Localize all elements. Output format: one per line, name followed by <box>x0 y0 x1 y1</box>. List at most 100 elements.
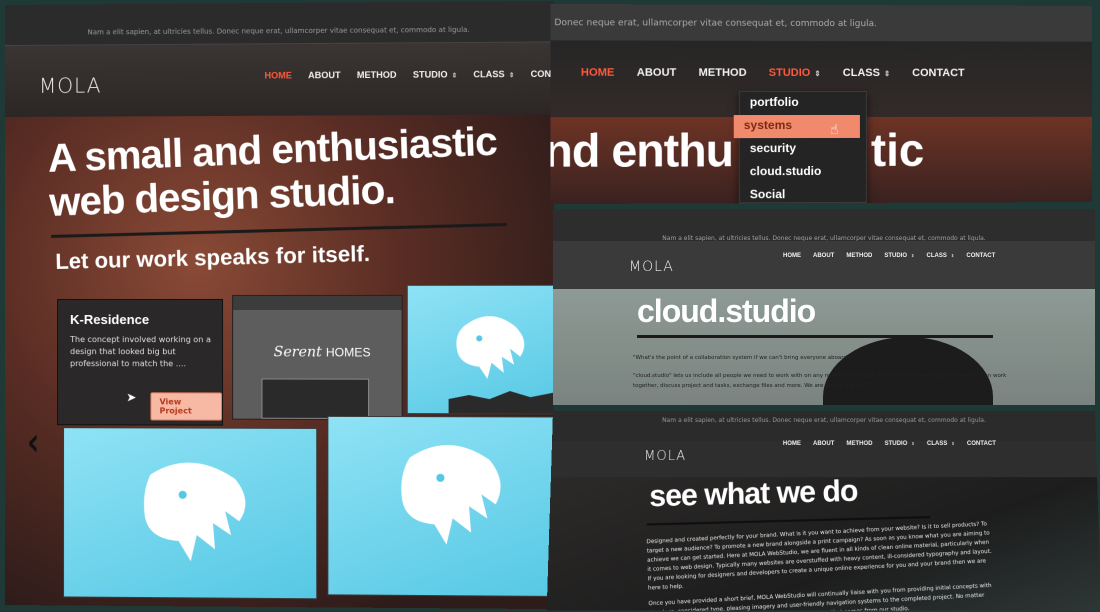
nav-studio[interactable]: STUDIO ⇕ <box>885 441 915 447</box>
nav-class[interactable]: CLASS ⇕ <box>927 441 955 447</box>
hero-divider <box>51 222 507 238</box>
project-description: The concept involved working on a design… <box>70 335 211 369</box>
main-nav: MOLA HOME ABOUT METHOD STUDIO ⇕ CLASS ⇕ CO… <box>550 440 1098 478</box>
nav-class-label: CLASS <box>926 440 948 447</box>
pointer-cursor-icon: ➤ <box>126 390 137 405</box>
body-paragraph: Designed and created perfectly for your … <box>646 521 992 592</box>
nav-method[interactable]: METHOD <box>846 441 872 447</box>
nav-method[interactable]: METHOD <box>699 67 747 79</box>
logo[interactable]: MOLA <box>39 73 101 97</box>
serent-logo-script: Serent <box>273 344 322 361</box>
nav-items: HOME ABOUT METHOD STUDIO ⇕ CLASS ⇕ CONTACT <box>265 69 555 81</box>
main-nav: MOLA HOME ABOUT METHOD STUDIO ⇕ CLASS ⇕ CO… <box>5 41 555 117</box>
title-divider <box>637 335 993 338</box>
hero-subheading: Let our work speaks for itself. <box>55 240 371 274</box>
nav-contact[interactable]: CONTACT <box>912 67 964 79</box>
nav-contact[interactable]: CONTACT <box>966 253 995 259</box>
nav-class[interactable]: CLASS ⇕ <box>473 69 514 79</box>
sort-caret-icon: ⇕ <box>911 440 915 446</box>
view-project-button[interactable]: View Project <box>150 392 223 421</box>
nav-class[interactable]: CLASS ⇕ <box>927 253 955 259</box>
nav-studio-label: STUDIO <box>768 66 811 79</box>
project-card-k-residence[interactable]: K-Residence The concept involved working… <box>57 298 224 426</box>
nav-class-label: CLASS <box>473 69 505 80</box>
title-divider <box>646 516 931 526</box>
serent-logo-word: HOMES <box>325 345 371 360</box>
panel-dropdown-menu: Donec neque erat, ullamcorper vitae cons… <box>550 3 1093 205</box>
nav-studio-label: STUDIO <box>884 253 908 259</box>
quote-text: "What's the point of a collaboration sys… <box>633 355 853 361</box>
sort-caret-icon: ⇕ <box>508 72 515 80</box>
studio-dropdown-menu: portfolio systems security cloud.studio … <box>733 90 867 204</box>
sort-caret-icon: ⇕ <box>950 253 955 258</box>
whale-illustration-icon <box>448 316 555 415</box>
sort-caret-icon: ⇕ <box>911 253 915 258</box>
project-card-placeholder[interactable] <box>327 415 555 598</box>
chevron-left-icon[interactable]: ‹ <box>27 420 39 466</box>
whale-illustration-icon <box>401 444 501 545</box>
content-section: cloud.studio "What's the point of a coll… <box>553 289 1095 405</box>
nav-items: HOME ABOUT METHOD STUDIO ⇕ CLASS ⇕ CONTACT <box>783 253 995 259</box>
top-info-text: Nam a elit sapien, at ultricies tellus. … <box>662 416 986 424</box>
top-info-bar: Nam a elit sapien, at ultricies tellus. … <box>5 0 555 45</box>
nav-studio[interactable]: STUDIO ⇕ <box>769 67 821 79</box>
project-card-placeholder[interactable] <box>63 427 318 600</box>
content-section: see what we do Designed and created perf… <box>546 474 1100 611</box>
top-info-bar: Donec neque erat, ullamcorper vitae cons… <box>550 3 1093 42</box>
logo[interactable]: MOLA <box>644 449 686 464</box>
panel-see-what-we-do: Nam a elit sapien, at ultricies tellus. … <box>546 411 1100 611</box>
nav-home[interactable]: HOME <box>581 67 615 79</box>
nav-about[interactable]: ABOUT <box>308 70 340 80</box>
top-info-bar: Nam a elit sapien, at ultricies tellus. … <box>553 209 1095 242</box>
page-title: cloud.studio <box>637 293 816 329</box>
nav-contact[interactable]: CONTACT <box>967 441 996 447</box>
top-info-text: Nam a elit sapien, at ultricies tellus. … <box>87 25 470 37</box>
panel-homepage: Nam a elit sapien, at ultricies tellus. … <box>5 0 555 610</box>
nav-home[interactable]: HOME <box>265 70 292 80</box>
nav-studio-label: STUDIO <box>884 440 908 447</box>
menu-item-portfolio[interactable]: portfolio <box>740 92 866 115</box>
page-title: see what we do <box>649 474 858 514</box>
panel-cloud-studio: Nam a elit sapien, at ultricies tellus. … <box>553 209 1095 405</box>
nav-about[interactable]: ABOUT <box>813 441 834 447</box>
main-nav: MOLA HOME ABOUT METHOD STUDIO ⇕ CLASS ⇕ CO… <box>553 241 1095 289</box>
nav-method[interactable]: METHOD <box>846 253 872 259</box>
hero-headline: A small and enthusiastic web design stud… <box>47 119 499 225</box>
top-info-text: Donec neque erat, ullamcorper vitae cons… <box>554 18 877 30</box>
project-title: K-Residence <box>70 312 150 328</box>
sort-caret-icon: ⇕ <box>883 69 891 79</box>
nav-class-label: CLASS <box>926 253 947 259</box>
nav-studio[interactable]: STUDIO ⇕ <box>884 253 914 259</box>
body-copy: Designed and created perfectly for your … <box>646 520 997 610</box>
nav-home[interactable]: HOME <box>783 441 801 447</box>
body-text: "cloud.studio" lets us include all peopl… <box>633 373 1007 379</box>
hand-cursor-icon: ☝ <box>829 121 839 138</box>
menu-item-systems[interactable]: systems <box>733 114 860 139</box>
website-thumbnail <box>261 378 370 420</box>
nav-studio-label: STUDIO <box>412 69 448 80</box>
logo[interactable]: MOLA <box>629 259 674 275</box>
menu-item-security[interactable]: security <box>740 138 866 161</box>
sort-caret-icon: ⇕ <box>451 72 458 80</box>
hero-headline-fragment: nd enthu <box>550 124 733 177</box>
project-card-placeholder[interactable] <box>406 284 555 415</box>
decorative-shape <box>823 337 993 405</box>
nav-method[interactable]: METHOD <box>357 70 397 80</box>
nav-items: HOME ABOUT METHOD STUDIO ⇕ CLASS ⇕ CONTACT <box>581 67 965 79</box>
nav-items: HOME ABOUT METHOD STUDIO ⇕ CLASS ⇕ CONTACT <box>783 441 996 447</box>
hero-headline-fragment: tic <box>870 123 925 176</box>
menu-item-social[interactable]: Social <box>740 184 866 204</box>
thumbnail-header-bar <box>233 295 402 311</box>
nav-class[interactable]: CLASS ⇕ <box>843 67 891 79</box>
body-text: together, discuss project and tasks, exc… <box>633 383 869 389</box>
whale-illustration-icon <box>143 462 246 562</box>
hero-section: A small and enthusiastic web design stud… <box>5 114 555 610</box>
nav-home[interactable]: HOME <box>783 253 801 259</box>
project-card-serent-homes[interactable]: Serent HOMES <box>232 294 403 421</box>
sort-caret-icon: ⇕ <box>951 440 955 446</box>
menu-item-cloud-studio[interactable]: cloud.studio <box>740 161 866 184</box>
nav-studio[interactable]: STUDIO ⇕ <box>413 69 457 79</box>
sort-caret-icon: ⇕ <box>814 68 821 78</box>
nav-about[interactable]: ABOUT <box>637 67 677 79</box>
nav-about[interactable]: ABOUT <box>813 253 834 259</box>
